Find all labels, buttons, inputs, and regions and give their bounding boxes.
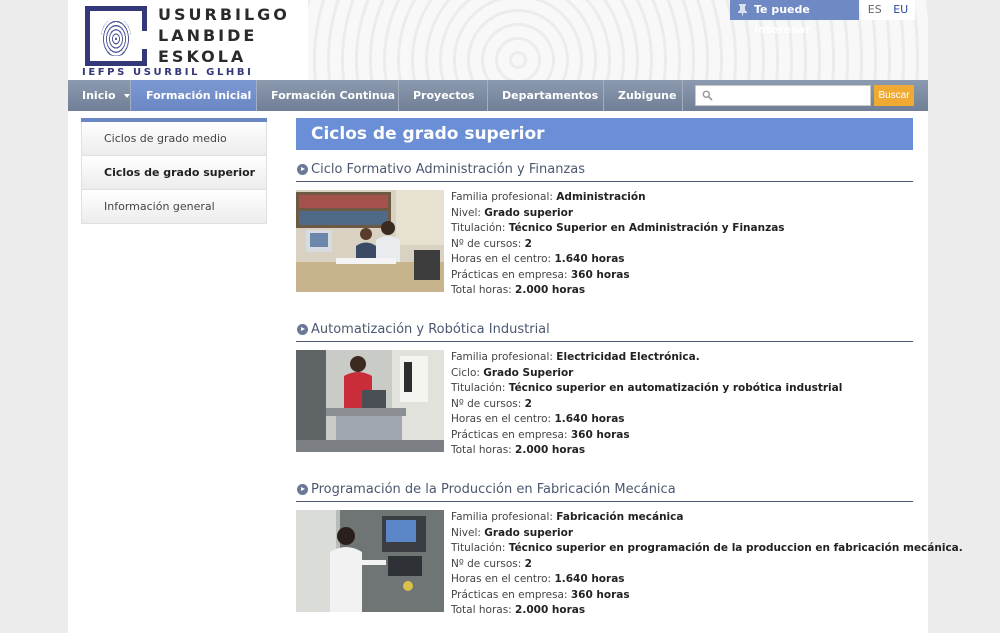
logo-line-3: ESKOLA — [158, 47, 247, 66]
nav-item-zubigune[interactable]: Zubigune — [604, 80, 683, 111]
arrow-bullet-icon — [297, 164, 308, 175]
detail-row: Horas en el centro: 1.640 horas — [451, 253, 625, 265]
sidebar-item-informacion-general[interactable]: Información general — [81, 190, 267, 224]
logo-line-2: LANBIDE — [158, 26, 258, 45]
detail-row: Total horas: 2.000 horas — [451, 604, 586, 616]
pin-icon — [738, 4, 747, 17]
course-item: Ciclo Formativo Administración y Finanza… — [296, 150, 913, 310]
search-box — [695, 85, 871, 106]
lang-eu[interactable]: EU — [893, 3, 908, 16]
nav-item-inicio[interactable]: Inicio — [68, 80, 131, 111]
interest-label: Te puede interesar — [754, 3, 811, 36]
course-item: Programación de la Producción en Fabrica… — [296, 470, 963, 630]
sidebar-menu: Ciclos de grado medio Ciclos de grado su… — [81, 118, 267, 224]
course-details: Familia profesional: Administración Nive… — [451, 190, 785, 299]
sidebar-item-grado-superior[interactable]: Ciclos de grado superior — [81, 156, 267, 190]
logo-frame — [85, 6, 147, 66]
detail-row: Titulación: Técnico Superior en Administ… — [451, 222, 785, 234]
nav-item-formacion-inicial[interactable]: Formación inicial — [131, 80, 257, 129]
detail-row: Titulación: Técnico superior en programa… — [451, 542, 963, 554]
course-photo[interactable] — [296, 190, 444, 292]
nav-item-proyectos[interactable]: Proyectos — [399, 80, 488, 129]
detail-row: Familia profesional: Administración — [451, 191, 646, 203]
course-title: Automatización y Robótica Industrial — [311, 322, 550, 337]
nav-label-formacion-inicial: Formación inicial — [146, 89, 252, 102]
course-title: Programación de la Producción en Fabrica… — [311, 482, 676, 497]
robotics-photo-illustration — [296, 350, 444, 452]
detail-row: Familia profesional: Electricidad Electr… — [451, 351, 700, 363]
nav-label-departamentos: Departamentos — [502, 89, 599, 102]
sidebar-item-grado-medio[interactable]: Ciclos de grado medio — [81, 122, 267, 156]
logo-subtitle: IEFPS USURBIL GLHBI — [82, 67, 254, 78]
detail-row: Nivel: Grado superior — [451, 526, 574, 539]
detail-row: Horas en el centro: 1.640 horas — [451, 413, 625, 425]
course-details: Familia profesional: Fabricación mecánic… — [451, 510, 963, 619]
office-photo-illustration — [296, 190, 444, 292]
course-photo[interactable] — [296, 510, 444, 612]
nav-label-formacion-continua: Formación Continua — [271, 89, 396, 102]
detail-row: Prácticas en empresa: 360 horas — [451, 268, 630, 281]
main-nav: Inicio Formación inicial Formación Conti… — [68, 80, 928, 129]
nav-item-departamentos[interactable]: Departamentos — [488, 80, 604, 129]
nav-label-zubigune: Zubigune — [618, 89, 677, 102]
interest-button[interactable]: Te puede interesar — [730, 0, 859, 36]
page-content: Ciclos de grado medio Ciclos de grado su… — [68, 111, 963, 633]
course-photo[interactable] — [296, 350, 444, 452]
logo-wordmark: USURBILGO LANBIDE ESKOLA — [158, 4, 290, 67]
course-title: Ciclo Formativo Administración y Finanza… — [311, 162, 586, 177]
page-title: Ciclos de grado superior — [296, 118, 913, 150]
detail-row: Horas en el centro: 1.640 horas — [451, 573, 625, 585]
course-title-link[interactable]: Programación de la Producción en Fabrica… — [296, 480, 913, 502]
detail-row: Titulación: Técnico superior en automati… — [451, 382, 843, 394]
language-switcher: ES EU — [861, 0, 915, 20]
detail-row: Prácticas en empresa: 360 horas — [451, 588, 630, 601]
course-item: Automatización y Robótica Industrial Fam… — [296, 310, 913, 470]
detail-row: Nº de cursos: 2 — [451, 557, 532, 570]
detail-row: Total horas: 2.000 horas — [451, 444, 586, 456]
site-logo[interactable]: USURBILGO LANBIDE ESKOLA IEFPS USURBIL G… — [82, 4, 342, 80]
course-title-link[interactable]: Automatización y Robótica Industrial — [296, 320, 913, 342]
detail-row: Total horas: 2.000 horas — [451, 284, 586, 296]
detail-row: Nº de cursos: 2 — [451, 397, 532, 410]
detail-row: Familia profesional: Fabricación mecánic… — [451, 511, 684, 523]
detail-row: Prácticas en empresa: 360 horas — [451, 428, 630, 441]
detail-row: Nivel: Grado superior — [451, 206, 574, 219]
nav-label-inicio: Inicio — [82, 89, 116, 102]
search-button[interactable]: Buscar — [874, 85, 914, 106]
detail-row: Nº de cursos: 2 — [451, 237, 532, 250]
lang-es[interactable]: ES — [868, 3, 882, 16]
course-title-link[interactable]: Ciclo Formativo Administración y Finanza… — [296, 160, 913, 182]
cnc-machine-photo-illustration — [296, 510, 444, 612]
search-input[interactable] — [718, 88, 868, 103]
arrow-bullet-icon — [297, 484, 308, 495]
nav-item-formacion-continua[interactable]: Formación Continua — [257, 80, 399, 129]
detail-row: Ciclo: Grado Superior — [451, 366, 574, 379]
main-content: Ciclos de grado superior Ciclo Formativo… — [296, 118, 963, 630]
chevron-down-icon — [123, 94, 130, 98]
course-details: Familia profesional: Electricidad Electr… — [451, 350, 842, 459]
nav-label-proyectos: Proyectos — [413, 89, 475, 102]
search-icon — [702, 90, 713, 101]
logo-line-1: USURBILGO — [158, 5, 290, 24]
fingerprint-icon — [101, 18, 131, 56]
arrow-bullet-icon — [297, 324, 308, 335]
